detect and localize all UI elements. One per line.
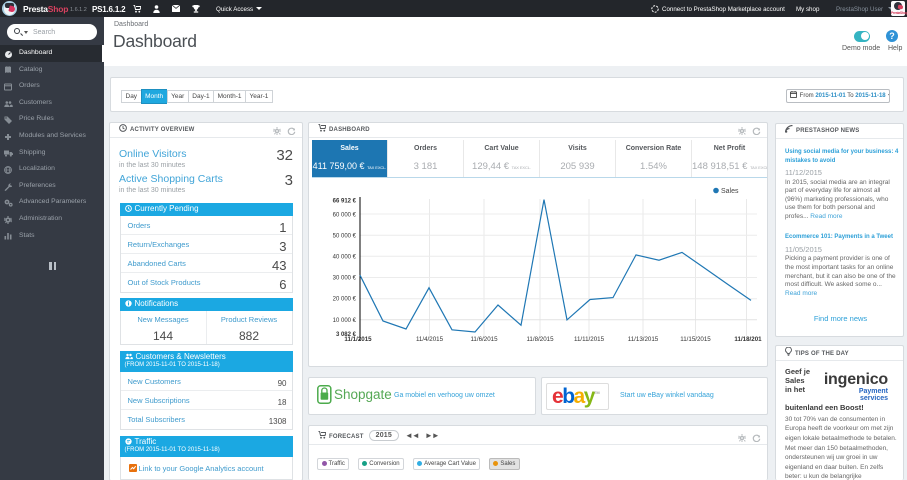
svg-text:11/1/2015: 11/1/2015 [344,336,372,343]
svg-text:60 000 €: 60 000 € [333,213,357,219]
svg-text:11/13/2015: 11/13/2015 [628,336,659,343]
svg-text:10 000 €: 10 000 € [333,318,357,324]
svg-text:30 000 €: 30 000 € [333,276,357,282]
svg-text:Sales: Sales [721,188,739,195]
svg-text:40 000 €: 40 000 € [333,255,357,261]
svg-text:11/6/2015: 11/6/2015 [470,336,498,343]
svg-text:20 000 €: 20 000 € [333,297,357,303]
svg-text:50 000 €: 50 000 € [333,234,357,240]
svg-text:11/4/2015: 11/4/2015 [416,336,444,343]
svg-text:11/18/201: 11/18/201 [734,336,762,343]
svg-text:11/8/2015: 11/8/2015 [526,336,554,343]
svg-text:66 912 €: 66 912 € [333,199,357,205]
svg-text:11/11/2015: 11/11/2015 [574,336,605,343]
svg-text:11/15/2015: 11/15/2015 [680,336,711,343]
